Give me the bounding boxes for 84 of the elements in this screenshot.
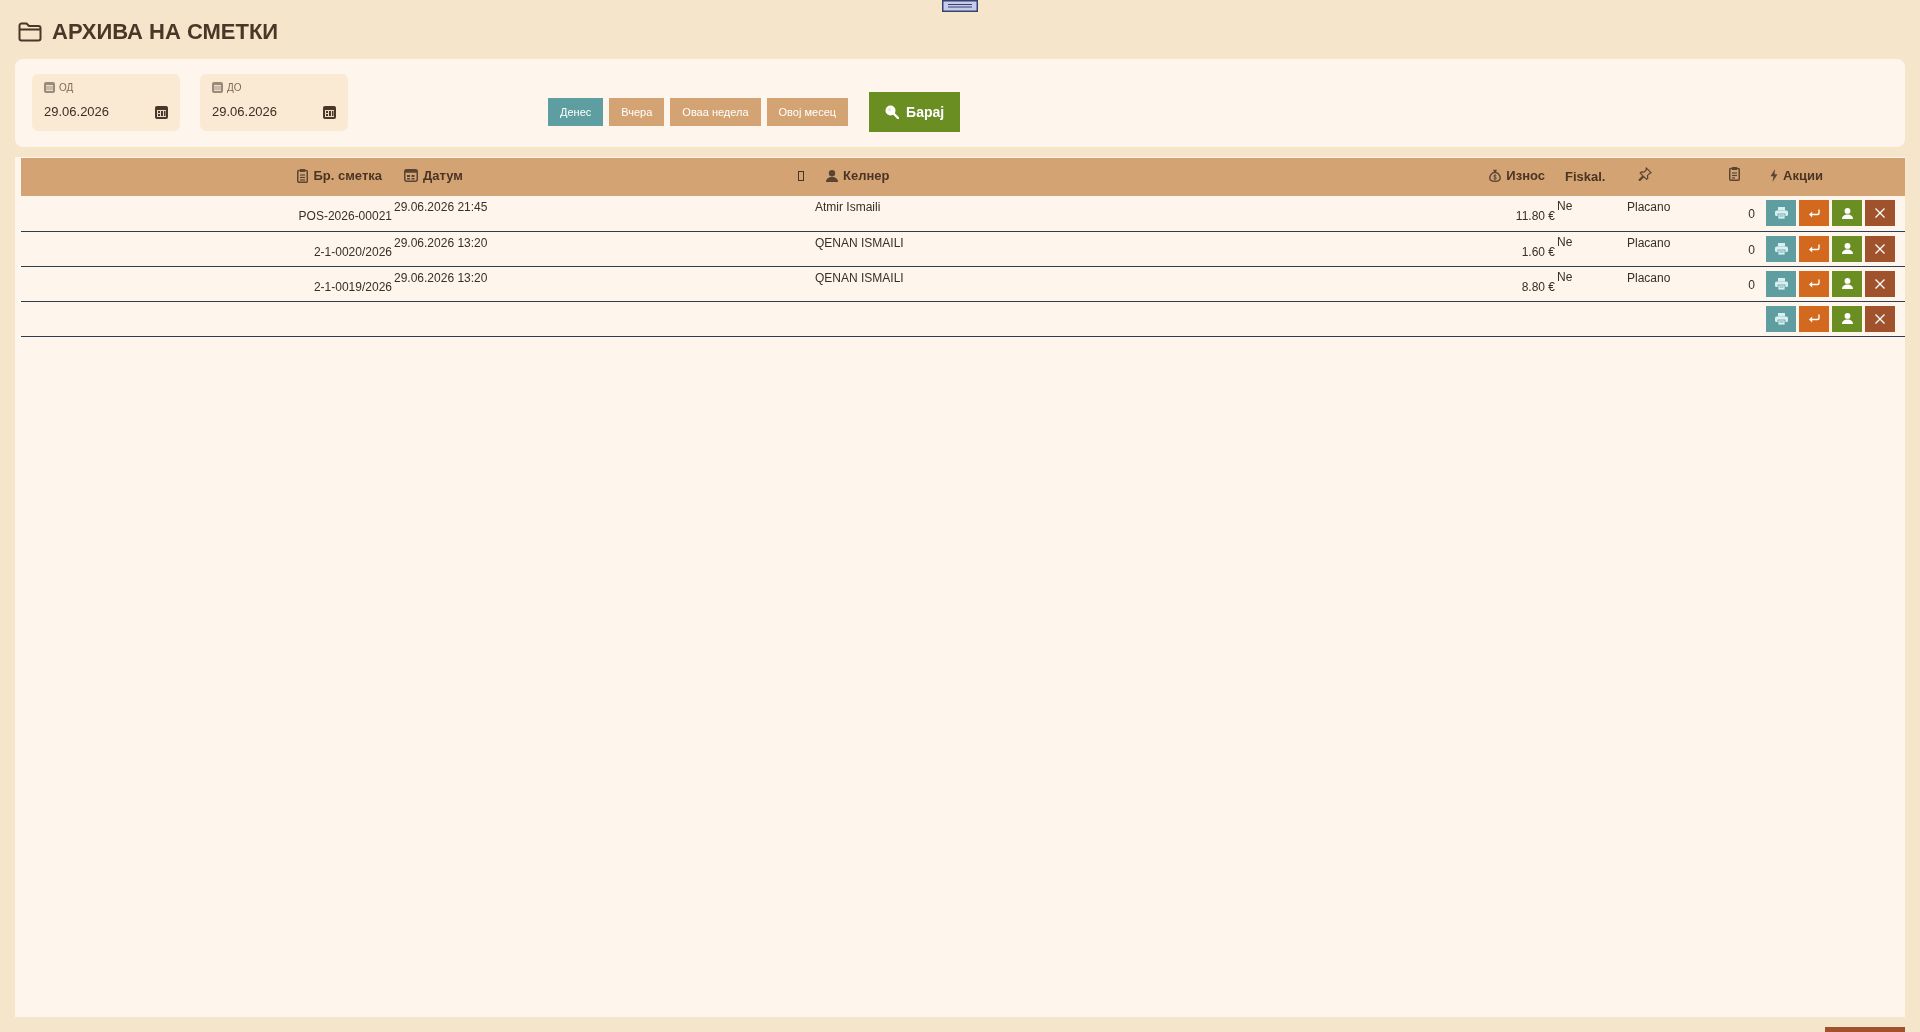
print-button[interactable]	[1766, 235, 1796, 262]
fiscal-status: Ne	[1557, 269, 1573, 284]
calendar-icon	[44, 82, 55, 93]
return-arrow-icon	[1808, 208, 1820, 218]
date-range-button[interactable]: Денес	[548, 98, 604, 126]
calendar-icon[interactable]	[323, 105, 336, 119]
bill-number: 2-1-0019/2026	[313, 279, 392, 294]
column-header: Келнер	[843, 167, 890, 186]
column-header: Датум	[423, 167, 463, 186]
search-icon	[885, 105, 900, 119]
payment-status: Placano	[1627, 235, 1671, 250]
printer-icon	[1774, 242, 1788, 255]
column-header: Fiskal.	[1565, 168, 1606, 187]
page-title: АРХИВА НА СМЕТКИ	[52, 20, 279, 43]
bill-date: 29.06.2026 21:45	[394, 200, 488, 214]
waiter-button[interactable]	[1832, 305, 1862, 332]
bill-number: 2-1-0020/2026	[313, 244, 392, 259]
delete-button[interactable]	[1865, 305, 1895, 332]
date-range-button[interactable]: Вчера	[609, 98, 665, 126]
column-header: Бр. сметка	[313, 166, 382, 185]
handle-icon[interactable]	[942, 0, 978, 12]
pushpin-icon	[1638, 167, 1652, 182]
date-range-button[interactable]: Овој месец	[766, 98, 849, 126]
close-icon	[1875, 208, 1885, 219]
clipboard-icon	[1729, 167, 1740, 182]
column-header: Износ	[1506, 167, 1545, 186]
waiter-button[interactable]	[1832, 200, 1862, 227]
person-icon	[1841, 207, 1853, 219]
payment-status: Placano	[1627, 200, 1671, 214]
person-icon	[1841, 278, 1853, 289]
printer-icon	[1774, 207, 1788, 220]
close-icon	[1875, 313, 1885, 324]
return-arrow-icon	[1808, 279, 1820, 288]
person-icon	[826, 170, 838, 183]
money-bag-icon	[1489, 169, 1502, 183]
calendar-icon	[212, 82, 223, 93]
waiter-button[interactable]	[1832, 270, 1862, 297]
amount-value: 11.80 €	[1515, 209, 1555, 224]
rectangle-icon	[798, 171, 804, 182]
person-icon	[1841, 313, 1853, 324]
close-icon	[1875, 243, 1885, 254]
fiscal-status: Ne	[1557, 199, 1573, 213]
return-arrow-icon	[1808, 244, 1820, 253]
clipboard-icon	[297, 168, 309, 183]
date-label: ОД	[59, 82, 74, 93]
return-arrow-icon	[1808, 314, 1820, 323]
waiter-name: Atmir Ismaili	[815, 200, 881, 214]
delete-button[interactable]	[1865, 200, 1895, 227]
printer-icon	[1774, 312, 1788, 325]
return-button[interactable]	[1799, 305, 1829, 332]
close-icon	[1875, 278, 1885, 289]
folder-icon	[18, 21, 42, 42]
count-value: 0	[1748, 207, 1755, 222]
amount-value: 1.60 €	[1521, 244, 1555, 259]
bill-date: 29.06.2026 13:20	[394, 270, 488, 285]
bill-number: POS-2026-00021	[298, 209, 392, 224]
date-input[interactable]: 29.06.2026	[212, 103, 308, 121]
delete-button[interactable]	[1865, 270, 1895, 297]
printer-icon	[1774, 277, 1788, 290]
return-button[interactable]	[1799, 235, 1829, 262]
count-value: 0	[1748, 242, 1755, 257]
date-range-button[interactable]: Оваа недела	[670, 98, 761, 126]
person-icon	[1841, 243, 1853, 254]
search-button[interactable]: Барај	[869, 92, 961, 132]
payment-status: Placano	[1627, 270, 1671, 285]
column-header: Акции	[1783, 167, 1823, 186]
date-input[interactable]: 29.06.2026	[44, 103, 140, 121]
count-value: 0	[1748, 277, 1755, 292]
print-button[interactable]	[1766, 270, 1796, 297]
print-button[interactable]	[1766, 200, 1796, 227]
print-button[interactable]	[1766, 305, 1796, 332]
date-label: ДО	[227, 82, 242, 93]
waiter-name: QENAN ISMAILI	[815, 235, 904, 250]
bill-date: 29.06.2026 13:20	[394, 235, 488, 250]
delete-button[interactable]	[1865, 235, 1895, 262]
fiscal-status: Ne	[1557, 234, 1573, 249]
lightning-icon	[1770, 169, 1778, 183]
return-button[interactable]	[1799, 270, 1829, 297]
return-button[interactable]	[1799, 200, 1829, 227]
waiter-button[interactable]	[1832, 235, 1862, 262]
calendar-icon[interactable]	[155, 105, 168, 119]
amount-value: 8.80 €	[1521, 279, 1555, 294]
calendar-icon	[404, 169, 418, 183]
waiter-name: QENAN ISMAILI	[815, 270, 904, 285]
